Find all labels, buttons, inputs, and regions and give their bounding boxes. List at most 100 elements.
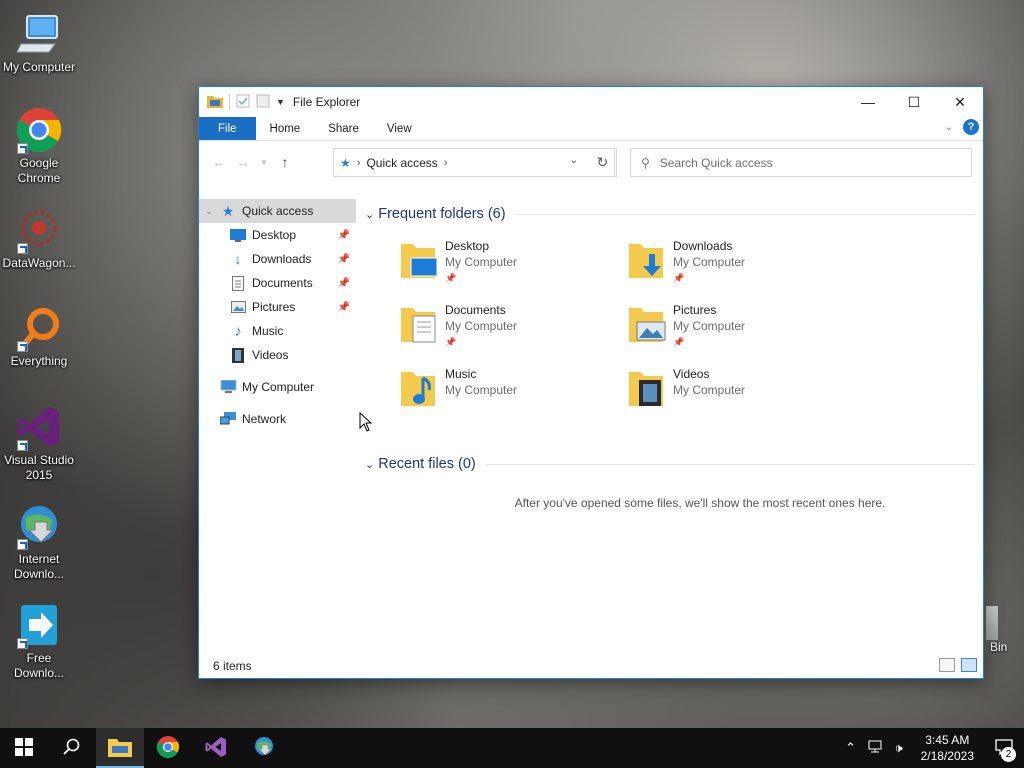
nav-item-desktop[interactable]: Desktop 📌 bbox=[199, 223, 356, 247]
clock-date: 2/18/2023 bbox=[920, 749, 974, 763]
breadcrumb-chevron-icon[interactable]: › bbox=[444, 157, 448, 169]
start-button[interactable] bbox=[0, 728, 48, 768]
folder-location: My Computer bbox=[445, 255, 518, 269]
folder-tile-desktop[interactable]: Desktop My Computer 📌 bbox=[399, 238, 619, 296]
toolbar-divider bbox=[229, 94, 230, 110]
navigation-pane: ⌄ ★ Quick access Desktop 📌 ↓ Downloads 📌… bbox=[199, 199, 356, 654]
nav-item-label: Documents bbox=[252, 276, 313, 290]
item-count: 6 items bbox=[213, 659, 252, 673]
pictures-icon bbox=[229, 299, 247, 315]
new-folder-icon[interactable] bbox=[256, 94, 270, 111]
computer-icon bbox=[15, 10, 63, 58]
desktop-icon-label: Everything bbox=[10, 354, 68, 368]
collapse-chevron-icon[interactable]: ⌄ bbox=[365, 208, 374, 221]
action-center-button[interactable]: 2 bbox=[984, 728, 1024, 768]
pin-icon: 📌 bbox=[337, 301, 350, 313]
show-hidden-icons-chevron-icon[interactable]: ⌃ bbox=[839, 740, 863, 756]
pin-icon: 📌 bbox=[445, 273, 457, 283]
downloads-folder-icon bbox=[627, 238, 669, 282]
desktop-icon-everything[interactable]: Everything bbox=[0, 304, 78, 369]
quick-access-star-icon: ★ bbox=[221, 202, 235, 219]
visual-studio-icon bbox=[15, 403, 63, 451]
pin-icon: 📌 bbox=[673, 337, 685, 347]
maximize-button[interactable]: ☐ bbox=[891, 87, 937, 117]
taskbar-internet-download[interactable] bbox=[240, 728, 288, 768]
help-button[interactable]: ? bbox=[963, 119, 979, 135]
breadcrumb-chevron-icon[interactable]: › bbox=[357, 157, 361, 169]
breadcrumb-quick-access[interactable]: Quick access bbox=[366, 156, 437, 170]
tab-file[interactable]: File bbox=[199, 117, 256, 140]
desktop-icon-free-download[interactable]: Free Downlo... bbox=[0, 601, 78, 681]
folder-tile-documents[interactable]: Documents My Computer 📌 bbox=[399, 302, 619, 360]
tab-view[interactable]: View bbox=[373, 117, 426, 140]
customize-toolbar-chevron-icon[interactable]: ▼ bbox=[276, 97, 285, 107]
taskbar: ⌃ 🕩 3:45 AM 2/18/2023 2 bbox=[0, 728, 1024, 768]
desktop-icon-visual-studio[interactable]: Visual Studio 2015 bbox=[0, 403, 78, 483]
frequent-folders-header[interactable]: ⌄ Frequent folders (6) bbox=[357, 204, 983, 224]
internet-download-icon bbox=[15, 502, 63, 550]
everything-icon bbox=[15, 304, 63, 352]
up-button[interactable]: ↑ bbox=[273, 150, 297, 174]
nav-item-downloads[interactable]: ↓ Downloads 📌 bbox=[199, 247, 356, 271]
desktop-icon-datawagon[interactable]: DataWagon... bbox=[0, 206, 78, 271]
folder-tile-pictures[interactable]: Pictures My Computer 📌 bbox=[627, 302, 847, 360]
recycle-bin-icon bbox=[986, 606, 998, 640]
nav-item-documents[interactable]: Documents 📌 bbox=[199, 271, 356, 295]
forward-button[interactable]: → bbox=[231, 150, 255, 174]
nav-item-my-computer[interactable]: My Computer bbox=[199, 375, 356, 399]
nav-item-quick-access[interactable]: ⌄ ★ Quick access bbox=[199, 199, 356, 223]
taskbar-file-explorer[interactable] bbox=[96, 728, 144, 768]
recent-locations-chevron-icon[interactable]: ▼ bbox=[255, 150, 273, 174]
title-bar[interactable]: ▼ File Explorer — ☐ ✕ bbox=[199, 87, 983, 117]
desktop-icon-label: Free Downlo... bbox=[13, 651, 65, 680]
address-dropdown-icon[interactable]: ⌄ bbox=[570, 155, 578, 166]
file-explorer-window: ▼ File Explorer — ☐ ✕ File Home Share Vi… bbox=[198, 86, 984, 679]
downloads-icon: ↓ bbox=[234, 251, 242, 267]
expand-ribbon-chevron-icon[interactable]: ⌄ bbox=[945, 122, 953, 133]
collapse-chevron-icon[interactable]: ⌄ bbox=[199, 206, 219, 217]
collapse-chevron-icon[interactable]: ⌄ bbox=[365, 458, 374, 471]
close-button[interactable]: ✕ bbox=[937, 87, 983, 117]
folder-name: Desktop bbox=[445, 239, 490, 253]
chrome-icon bbox=[15, 106, 63, 154]
folder-tile-downloads[interactable]: Downloads My Computer 📌 bbox=[627, 238, 847, 296]
folder-location: My Computer bbox=[673, 319, 746, 333]
documents-icon bbox=[229, 275, 247, 291]
large-icons-view-icon[interactable] bbox=[961, 658, 977, 672]
folder-tile-music[interactable]: Music My Computer bbox=[399, 366, 619, 424]
nav-item-label: Desktop bbox=[252, 228, 297, 242]
network-icon[interactable] bbox=[863, 740, 887, 756]
properties-icon[interactable] bbox=[236, 94, 250, 111]
desktop-icon-google-chrome[interactable]: Google Chrome bbox=[0, 106, 78, 186]
desktop-icon-recycle-bin[interactable]: Bin bbox=[986, 606, 1024, 654]
details-view-icon[interactable] bbox=[939, 658, 955, 672]
desktop-icon-label: DataWagon... bbox=[2, 256, 76, 270]
shortcut-arrow-icon bbox=[17, 539, 28, 550]
search-input[interactable]: Search Quick access bbox=[660, 156, 773, 170]
quick-access-star-icon: ★ bbox=[340, 155, 351, 170]
folder-tile-videos[interactable]: Videos My Computer bbox=[627, 366, 847, 424]
ribbon-right-controls: ⌄ ? bbox=[945, 119, 979, 135]
nav-item-music[interactable]: ♪ Music bbox=[199, 319, 356, 343]
desktop-icon-internet-download[interactable]: Internet Downlo... bbox=[0, 502, 78, 582]
clock[interactable]: 3:45 AM 2/18/2023 bbox=[921, 732, 974, 764]
taskbar-chrome[interactable] bbox=[144, 728, 192, 768]
folder-name: Pictures bbox=[673, 303, 717, 317]
minimize-button[interactable]: — bbox=[845, 87, 891, 117]
desktop-icon-my-computer[interactable]: My Computer bbox=[0, 10, 78, 75]
nav-item-network[interactable]: Network bbox=[199, 407, 356, 431]
taskbar-search-button[interactable] bbox=[48, 728, 96, 768]
tab-share[interactable]: Share bbox=[314, 117, 373, 140]
tab-home[interactable]: Home bbox=[256, 117, 315, 140]
search-box[interactable]: ⚲ Search Quick access bbox=[630, 148, 972, 177]
volume-icon[interactable]: 🕩 bbox=[887, 740, 911, 756]
refresh-button[interactable]: ↻ bbox=[589, 148, 617, 177]
recent-files-header[interactable]: ⌄ Recent files (0) bbox=[357, 454, 983, 474]
network-icon bbox=[219, 411, 237, 427]
nav-item-pictures[interactable]: Pictures 📌 bbox=[199, 295, 356, 319]
ribbon-tabs: File Home Share View ⌄ ? bbox=[199, 117, 983, 141]
nav-item-videos[interactable]: Videos bbox=[199, 343, 356, 367]
address-bar[interactable]: ★ › Quick access › ⌄ bbox=[333, 148, 615, 177]
taskbar-visual-studio[interactable] bbox=[192, 728, 240, 768]
back-button[interactable]: ← bbox=[207, 150, 231, 174]
